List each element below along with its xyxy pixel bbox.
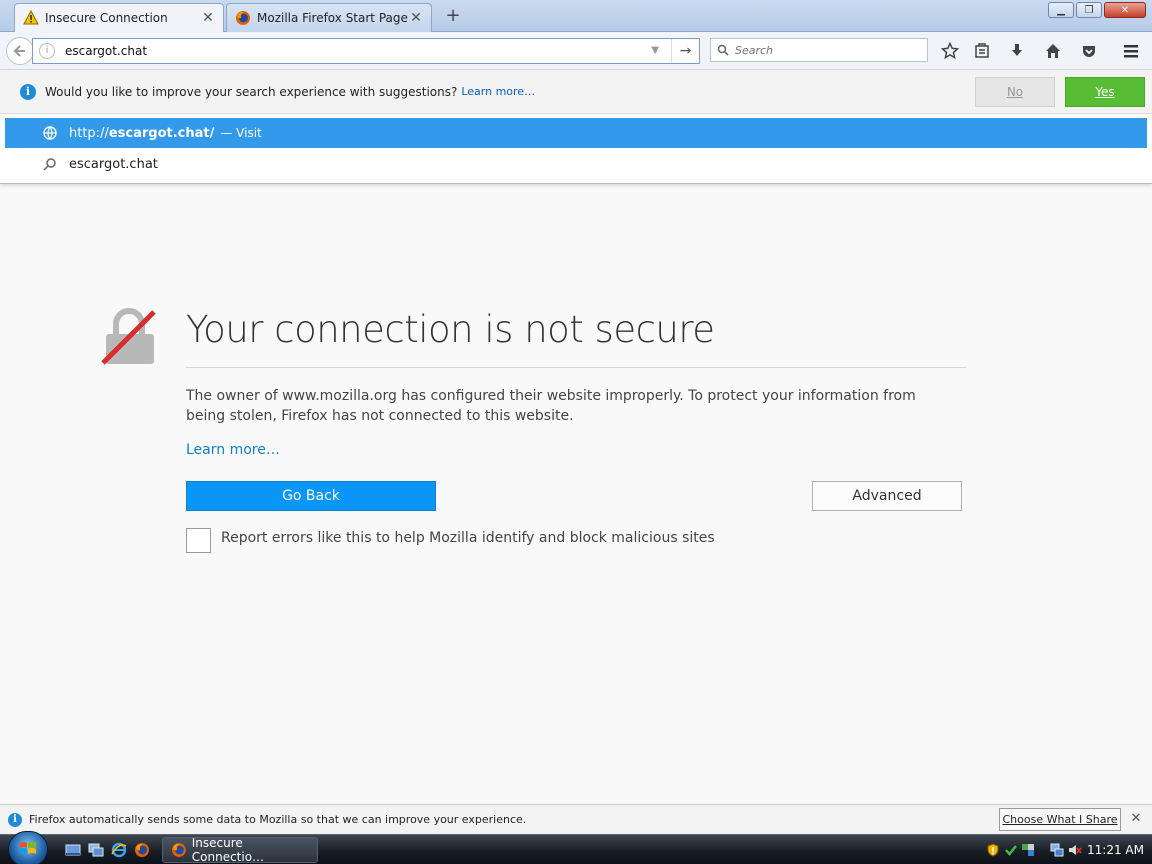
globe-icon xyxy=(42,125,58,141)
url-results-dropdown: http://escargot.chat/ — Visit escargot.c… xyxy=(0,114,1152,184)
taskbar-window-label: Insecure Connectio… xyxy=(191,836,265,864)
url-input[interactable] xyxy=(65,44,625,58)
data-notice-message: Firefox automatically sends some data to… xyxy=(29,813,527,826)
restore-button[interactable]: ❐ xyxy=(1076,2,1102,18)
pocket-icon[interactable] xyxy=(1079,41,1099,61)
site-info-icon[interactable]: i xyxy=(39,43,55,59)
result-url: http://escargot.chat/ xyxy=(69,125,215,141)
suggestions-message: Would you like to improve your search ex… xyxy=(45,84,458,99)
new-tab-button[interactable]: + xyxy=(442,6,464,28)
firefox-icon xyxy=(235,10,251,26)
search-input[interactable] xyxy=(735,43,915,57)
tab-label: Mozilla Firefox Start Page xyxy=(257,11,408,25)
chevron-down-icon[interactable]: ▼ xyxy=(651,45,659,56)
suggestions-yes-button[interactable]: Yes xyxy=(1065,77,1145,107)
menu-hamburger-icon[interactable] xyxy=(1121,41,1141,61)
firefox-quicklaunch-icon[interactable] xyxy=(134,842,150,858)
download-icon[interactable] xyxy=(1007,41,1027,61)
back-arrow-icon xyxy=(13,45,25,57)
internet-explorer-icon[interactable] xyxy=(111,842,127,858)
security-shield-icon[interactable] xyxy=(986,843,1000,857)
navigation-toolbar: i ▼ → xyxy=(0,32,1152,70)
show-desktop-icon[interactable] xyxy=(65,842,81,858)
system-clock[interactable]: 11:21 AM xyxy=(1087,843,1144,857)
search-icon xyxy=(717,44,729,56)
close-tab-icon[interactable]: ✕ xyxy=(201,11,215,25)
window-controls: ▁ ❐ ✕ xyxy=(1048,2,1146,18)
go-arrow-button[interactable]: → xyxy=(671,39,699,63)
taskbar-firefox-window[interactable]: Insecure Connectio… xyxy=(162,836,318,864)
result-search-text: escargot.chat xyxy=(69,156,158,172)
minimize-button[interactable]: ▁ xyxy=(1048,2,1074,18)
url-result-visit[interactable]: http://escargot.chat/ — Visit xyxy=(5,118,1147,148)
report-errors-checkbox[interactable] xyxy=(186,528,211,553)
url-bar[interactable]: i ▼ → xyxy=(32,38,700,64)
error-description: The owner of www.mozilla.org has configu… xyxy=(186,388,916,424)
close-tab-icon[interactable]: ✕ xyxy=(409,11,423,25)
error-title: Your connection is not secure xyxy=(186,308,715,351)
bookmarks-menu-icon[interactable] xyxy=(972,41,992,61)
url-result-search[interactable]: escargot.chat xyxy=(5,149,1147,179)
checkmark-tray-icon[interactable] xyxy=(1004,843,1018,857)
firefox-icon xyxy=(171,843,186,857)
close-icon[interactable]: ✕ xyxy=(1129,812,1143,826)
taskbar: Insecure Connectio… 11:21 AM xyxy=(0,831,1152,864)
tab-firefox-start-page[interactable]: Mozilla Firefox Start Page ✕ xyxy=(226,3,432,32)
search-icon xyxy=(42,156,58,172)
back-button[interactable] xyxy=(6,37,34,65)
divider xyxy=(186,367,966,368)
advanced-button[interactable]: Advanced xyxy=(812,481,962,511)
search-bar[interactable] xyxy=(710,38,928,62)
go-back-button[interactable]: Go Back xyxy=(186,481,436,511)
warning-icon xyxy=(23,10,39,26)
network-share-icon[interactable] xyxy=(1021,843,1035,857)
home-icon[interactable] xyxy=(1043,41,1063,61)
report-errors-label: Report errors like this to help Mozilla … xyxy=(221,530,715,546)
error-learn-more-link[interactable]: Learn more… xyxy=(186,442,280,458)
bookmark-star-icon[interactable] xyxy=(940,41,960,61)
close-window-button[interactable]: ✕ xyxy=(1104,2,1146,18)
broken-lock-icon xyxy=(101,308,156,365)
search-suggestions-bar: i Would you like to improve your search … xyxy=(0,70,1152,114)
tab-insecure-connection[interactable]: Insecure Connection ✕ xyxy=(14,3,224,32)
choose-what-i-share-button[interactable]: Choose What I Share xyxy=(999,808,1121,831)
tab-label: Insecure Connection xyxy=(45,11,168,25)
data-sharing-notification: i Firefox automatically sends some data … xyxy=(0,804,1152,834)
suggestions-no-button[interactable]: No xyxy=(975,77,1055,107)
volume-muted-icon[interactable] xyxy=(1068,843,1082,857)
start-button[interactable] xyxy=(8,831,48,864)
info-icon: i xyxy=(20,83,36,100)
network-icon[interactable] xyxy=(1050,843,1064,857)
windows-logo-icon xyxy=(20,842,36,854)
info-icon: i xyxy=(8,812,22,827)
result-action: — Visit xyxy=(220,126,262,140)
tab-strip: Insecure Connection ✕ Mozilla Firefox St… xyxy=(0,0,1152,32)
switch-windows-icon[interactable] xyxy=(88,842,104,858)
suggestions-learn-more-link[interactable]: Learn more… xyxy=(461,85,535,98)
